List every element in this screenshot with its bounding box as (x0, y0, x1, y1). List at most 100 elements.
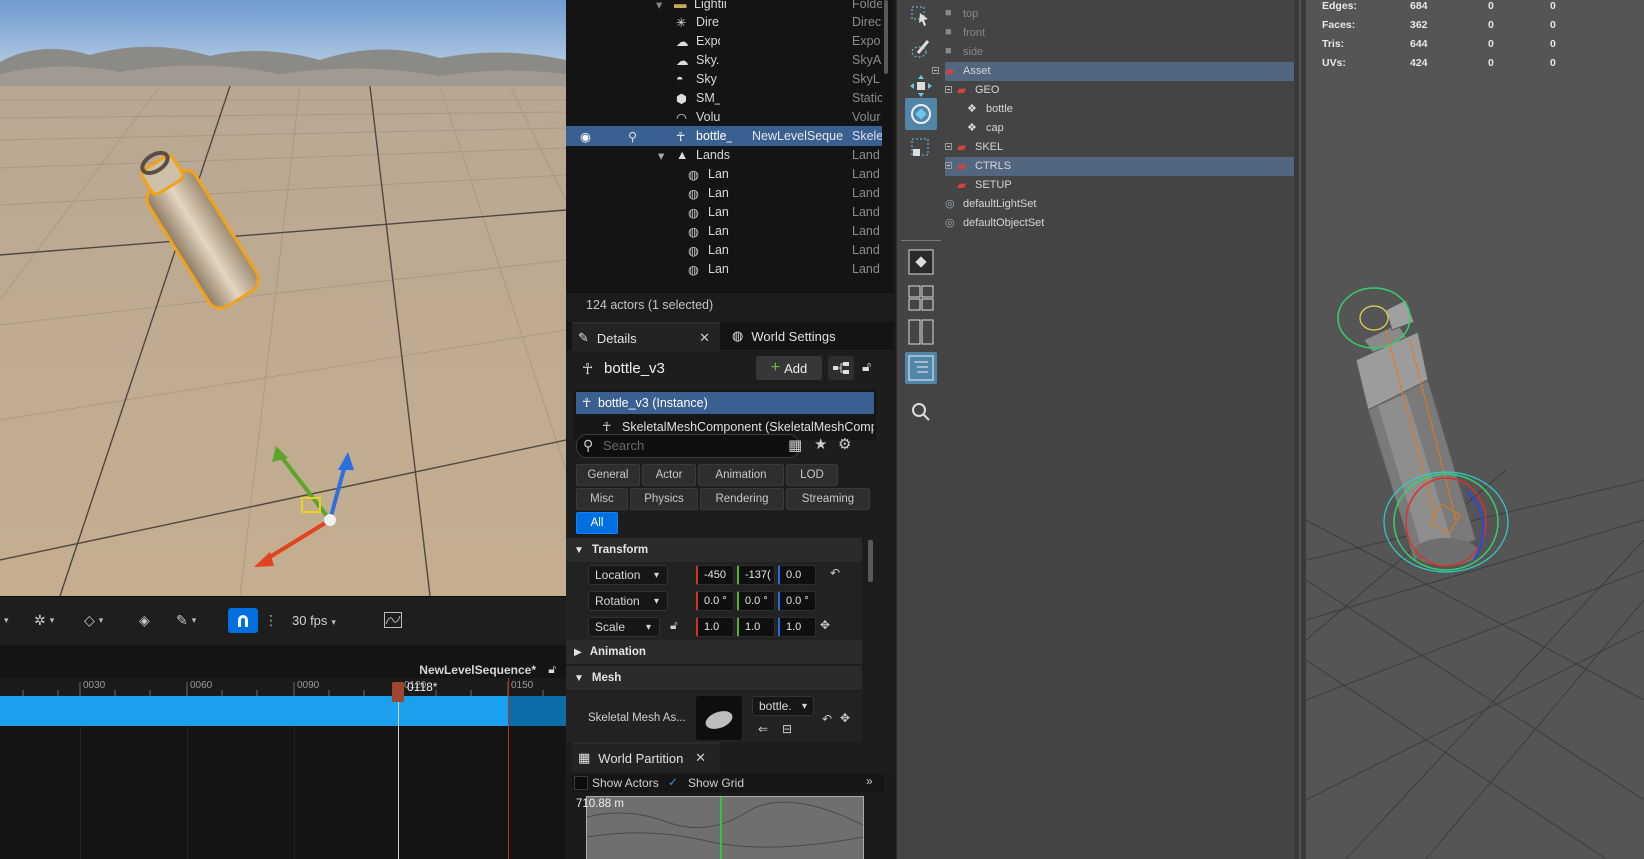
playhead-handle[interactable] (392, 682, 404, 702)
location-z-field[interactable]: 0.0 (778, 565, 816, 585)
details-scrollbar[interactable] (868, 540, 873, 582)
set-default-object[interactable]: ◎ defaultObjectSet (945, 214, 1295, 233)
group-skel[interactable]: ▰ SKEL (945, 138, 1295, 157)
browse-folder-icon[interactable]: ⊟ (782, 722, 792, 736)
set-default-light[interactable]: ◎ defaultLightSet (945, 195, 1295, 214)
timeline-ruler[interactable]: 0030 0060 0090 0120 0150 (0, 678, 566, 696)
scale-dropdown[interactable]: Scale ▾ (588, 617, 660, 637)
pin-icon[interactable]: ⚲ (628, 129, 642, 144)
collapse-toggle[interactable] (945, 86, 952, 93)
tab-world-settings[interactable]: ◍ World Settings (726, 322, 886, 350)
rotation-x-field[interactable]: 0.0 ° (696, 591, 734, 611)
scale-x-field[interactable]: 1.0 (696, 617, 734, 637)
mesh-cap[interactable]: ❖ cap (945, 119, 1295, 138)
tab-world-partition[interactable]: ▦ World Partition ✕ (572, 742, 720, 772)
auto-key-button[interactable]: ◈ (139, 609, 150, 631)
group-geo[interactable]: ▰ GEO (945, 81, 1295, 100)
outliner-row[interactable]: ◍ Lan Land (566, 183, 882, 203)
scale-tool-icon[interactable] (905, 132, 937, 164)
outliner-row[interactable]: ☁ Expo Expo (566, 31, 882, 51)
outliner-row[interactable]: ☁ Sky. SkyA (566, 50, 882, 70)
reset-icon[interactable]: ↶ (830, 566, 840, 580)
filter-rendering[interactable]: Rendering (700, 488, 784, 510)
chevron-down-icon[interactable]: ▾ (656, 0, 670, 12)
four-view-icon[interactable] (905, 282, 937, 314)
two-view-icon[interactable] (905, 316, 937, 348)
scale-y-field[interactable]: 1.0 (737, 617, 775, 637)
scale-z-field[interactable]: 1.0 (778, 617, 816, 637)
settings-dropdown[interactable]: ✲ ▾ (34, 609, 54, 631)
browse-icon[interactable]: ✥ (840, 711, 850, 725)
reset-icon[interactable]: ↶ (822, 712, 832, 726)
mesh-thumbnail[interactable] (696, 696, 742, 740)
close-icon[interactable]: ✕ (699, 330, 710, 346)
section-animation[interactable]: ▶ Animation (566, 640, 862, 664)
component-instance-row[interactable]: ☥ bottle_v3 (Instance) (576, 392, 874, 414)
group-asset[interactable]: ▰ Asset (932, 62, 1295, 81)
level-viewport[interactable] (0, 0, 566, 596)
select-tool-icon[interactable] (905, 0, 937, 32)
maya-scene[interactable] (1306, 0, 1644, 859)
mesh-bottle[interactable]: ❖ bottle (945, 100, 1295, 119)
chevron-down-icon[interactable]: ▾ (0, 609, 9, 631)
browse-icon[interactable]: ✥ (820, 618, 830, 632)
table-view-icon[interactable]: ▦ (788, 436, 802, 454)
expand-toggle[interactable] (945, 143, 952, 150)
outliner-layout-icon[interactable] (905, 352, 937, 384)
details-search-input[interactable]: ⚲ Search (576, 434, 800, 458)
collapse-toggle[interactable] (932, 67, 939, 74)
close-icon[interactable]: ✕ (695, 750, 706, 766)
filter-actor[interactable]: Actor (642, 464, 696, 486)
location-dropdown[interactable]: Location ▾ (588, 565, 668, 585)
curve-editor-icon[interactable] (384, 609, 402, 631)
rotation-y-field[interactable]: 0.0 ° (737, 591, 775, 611)
filter-all[interactable]: All (576, 512, 618, 534)
outliner-row[interactable]: ◍ Lan Land (566, 202, 882, 222)
blueprint-button[interactable] (828, 356, 854, 380)
outliner-row[interactable]: ◠ Volu Volur (566, 107, 882, 127)
expand-toggle[interactable] (945, 162, 952, 169)
outliner-row[interactable]: ⬢ SM_ Static (566, 88, 882, 108)
lasso-tool-icon[interactable] (905, 34, 937, 66)
fps-dropdown[interactable]: 30 fps ▾ (292, 613, 336, 628)
star-icon[interactable]: ★ (814, 435, 827, 453)
filter-general[interactable]: General (576, 464, 640, 486)
chevron-down-icon[interactable]: ▾ (658, 148, 672, 163)
single-view-icon[interactable] (905, 246, 937, 278)
lock-icon[interactable]: 🔓︎ (548, 662, 556, 677)
end-marker[interactable] (508, 678, 509, 859)
outliner-row[interactable]: ◍ Lan Land (566, 259, 882, 279)
world-partition-map[interactable] (586, 796, 864, 859)
group-ctrls[interactable]: ▰ CTRLS (945, 157, 1295, 176)
playback-range[interactable] (0, 696, 566, 726)
section-mesh[interactable]: ▼ Mesh (566, 666, 862, 690)
outliner-scrollbar[interactable] (884, 0, 888, 74)
scale-lock-icon[interactable]: 🔓︎ (670, 618, 678, 633)
filter-streaming[interactable]: Streaming (786, 488, 870, 510)
rotation-z-field[interactable]: 0.0 ° (778, 591, 816, 611)
filter-lod[interactable]: LOD (786, 464, 838, 486)
expand-icon[interactable]: » (866, 774, 873, 788)
camera-top[interactable]: ■ top (945, 5, 1295, 24)
outliner-row[interactable]: ◍ Lan Land (566, 221, 882, 241)
add-component-button[interactable]: + Add (756, 356, 822, 380)
edit-dropdown[interactable]: ✎ ▾ (176, 609, 196, 631)
outliner-row-selected[interactable]: ◉ ⚲ ☥ bottle_ NewLevelSeque Skele (566, 126, 882, 146)
outliner-row[interactable]: ◍ Lan Land (566, 240, 882, 260)
gear-icon[interactable]: ⚙ (838, 435, 851, 453)
camera-front[interactable]: ■ front (945, 24, 1295, 43)
tab-details[interactable]: ✎ Details ✕ (572, 322, 720, 352)
rotate-tool-icon[interactable] (905, 98, 937, 130)
filter-animation[interactable]: Animation (698, 464, 784, 486)
group-setup[interactable]: ▰ SETUP (945, 176, 1295, 195)
mesh-asset-dropdown[interactable]: bottle. ▾ (752, 696, 814, 716)
section-transform[interactable]: ▼ Transform (566, 538, 862, 562)
maya-viewport[interactable]: Edges: 684 0 0 Faces: 362 0 0 Tris: 644 … (1306, 0, 1644, 859)
visibility-eye-icon[interactable]: ◉ (580, 129, 594, 144)
more-options-icon[interactable]: ⋮ (264, 609, 278, 631)
outliner-row[interactable]: ◓ Sky SkyL (566, 69, 882, 89)
show-actors-checkbox[interactable] (574, 776, 588, 790)
outliner-row[interactable]: ▾ ▲ Lands Land (566, 145, 882, 165)
camera-side[interactable]: ■ side (945, 43, 1295, 62)
unlock-icon[interactable]: 🔓︎ (862, 358, 871, 375)
